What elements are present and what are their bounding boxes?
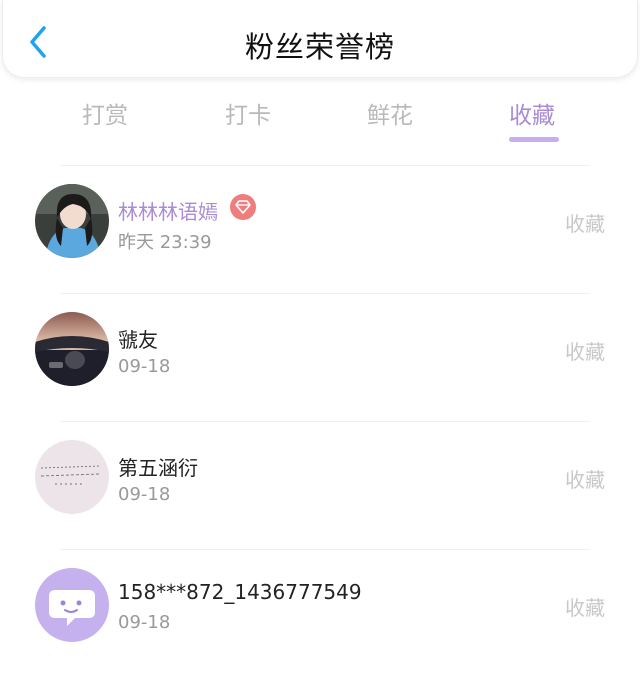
list-item[interactable]: 第五涵衍 09-18 收藏 — [0, 422, 640, 550]
active-tab-indicator — [509, 137, 559, 142]
diamond-badge-icon — [230, 194, 256, 220]
girl-photo-avatar[interactable] — [35, 184, 109, 258]
tab-checkin[interactable]: 打卡 — [225, 96, 271, 130]
fan-name[interactable]: 林林林语嫣 — [118, 196, 218, 225]
fan-action-label: 收藏 — [565, 468, 605, 492]
fan-action-label: 收藏 — [565, 596, 605, 620]
fan-time: 09-18 — [118, 612, 171, 633]
tab-flowers[interactable]: 鲜花 — [367, 96, 413, 130]
fan-action-label: 收藏 — [565, 340, 605, 364]
list-item[interactable]: 虢友 09-18 收藏 — [0, 294, 640, 422]
tab-favorites[interactable]: 收藏 — [509, 96, 555, 130]
list-item[interactable]: 林林林语嫣 昨天 23:39 收藏 — [0, 166, 640, 294]
tab-reward[interactable]: 打赏 — [82, 96, 128, 130]
tab-bar: 打赏 打卡 鲜花 收藏 — [0, 90, 640, 150]
fan-time: 昨天 23:39 — [118, 232, 212, 253]
page-title: 粉丝荣誉榜 — [244, 30, 395, 64]
chat-bubble-default-avatar[interactable] — [35, 568, 109, 642]
top-nav-bar: 粉丝荣誉榜 — [2, 0, 638, 78]
list-item[interactable]: 158***872_1436777549 09-18 收藏 — [0, 550, 640, 674]
fan-name[interactable]: 158***872_1436777549 — [118, 580, 362, 604]
handwriting-note-avatar[interactable] — [35, 440, 109, 514]
fan-time: 09-18 — [118, 356, 171, 377]
fan-time: 09-18 — [118, 484, 171, 505]
fan-action-label: 收藏 — [565, 212, 605, 236]
fan-name[interactable]: 第五涵衍 — [118, 452, 198, 481]
car-sunset-photo-avatar[interactable] — [35, 312, 109, 386]
fan-list: 林林林语嫣 昨天 23:39 收藏 虢友 09-18 收藏 第五涵衍 09-18… — [0, 166, 640, 674]
fan-name[interactable]: 虢友 — [118, 324, 158, 353]
